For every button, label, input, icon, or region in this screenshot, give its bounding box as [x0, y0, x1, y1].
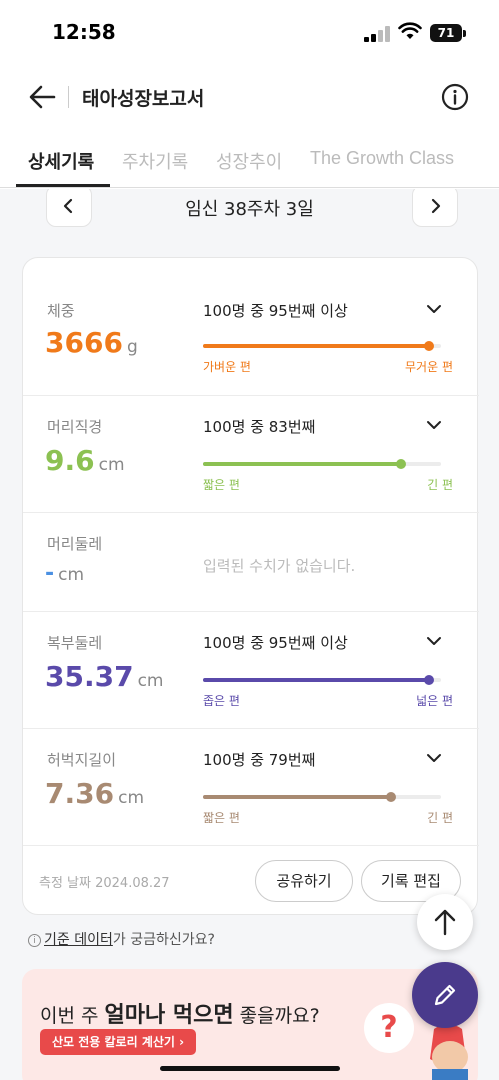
bar-max-label: 긴 편 — [427, 811, 453, 825]
back-arrow-icon[interactable] — [26, 80, 60, 114]
percentile-marker — [386, 792, 397, 802]
chevron-down-icon[interactable] — [423, 298, 445, 320]
info-icon[interactable] — [440, 82, 470, 112]
percentile-bar — [203, 675, 441, 685]
bar-min-label: 짧은 편 — [203, 478, 240, 492]
value-number: 7.36 — [45, 777, 115, 810]
share-button[interactable]: 공유하기 — [255, 860, 353, 902]
percentile-fill — [203, 678, 430, 682]
reference-data-link[interactable]: 기준 데이터 — [44, 932, 113, 948]
percentile-marker — [424, 675, 435, 685]
record-value: 7.36 cm — [45, 777, 144, 810]
active-tab-indicator — [16, 184, 110, 187]
value-unit: g — [126, 337, 138, 357]
edit-fab-button[interactable] — [412, 962, 478, 1028]
record-value: 35.37 cm — [45, 660, 164, 693]
scroll-to-top-button[interactable] — [417, 894, 473, 950]
question-mark-icon: ? — [364, 1003, 414, 1053]
tab-weekly-records[interactable]: 주차기록 — [122, 148, 188, 174]
calorie-banner[interactable]: 이번 주 얼마나 먹으면 좋을까요? 산모 전용 칼로리 계산기 › ? — [22, 969, 478, 1080]
value-unit: cm — [98, 455, 125, 475]
rank-text: 100명 중 79번째 — [203, 751, 316, 769]
record-card: 체중 3666 g 100명 중 95번째 이상 가벼운 편 무거운 편 머리직경… — [22, 257, 479, 915]
percentile-bar — [203, 459, 441, 469]
bar-min-label: 짧은 편 — [203, 811, 240, 825]
rank-text: 100명 중 95번째 이상 — [203, 634, 348, 652]
value-number: - — [45, 561, 55, 586]
main-content: 임신 38주차 3일 체중 3666 g 100명 중 95번째 이상 가벼운 편… — [0, 189, 499, 1080]
measure-date: 측정 날짜 2024.08.27 — [39, 876, 170, 891]
record-label: 복부둘레 — [47, 634, 103, 652]
next-week-button[interactable] — [412, 189, 458, 227]
no-data-text: 입력된 수치가 없습니다. — [203, 557, 356, 575]
chevron-right-icon — [431, 198, 441, 214]
record-value: 9.6 cm — [45, 444, 125, 477]
pencil-icon — [434, 984, 456, 1006]
banner-title-bold: 얼마나 먹으면 — [104, 1003, 234, 1028]
chevron-right-icon: › — [179, 1035, 185, 1049]
arrow-up-icon — [434, 909, 456, 936]
calorie-calculator-button[interactable]: 산모 전용 칼로리 계산기 › — [40, 1029, 197, 1055]
record-row-head-diameter: 머리직경 9.6 cm 100명 중 83번째 짧은 편 긴 편 — [23, 396, 479, 513]
bar-max-label: 무거운 편 — [405, 360, 453, 374]
chevron-down-icon[interactable] — [423, 630, 445, 652]
help-text: 가 궁금하신가요? — [112, 932, 215, 948]
value-number: 9.6 — [45, 444, 95, 477]
percentile-marker — [424, 341, 435, 351]
tab-growth-trend[interactable]: 성장추이 — [216, 148, 282, 174]
banner-title-pre: 이번 주 — [40, 1005, 105, 1027]
percentile-bar — [203, 792, 441, 802]
record-row-head-circumference: 머리둘레 - cm 입력된 수치가 없습니다. — [23, 513, 479, 612]
status-time: 12:58 — [52, 20, 116, 44]
record-value: - cm — [45, 561, 84, 586]
chevron-down-icon[interactable] — [423, 747, 445, 769]
bar-max-label: 긴 편 — [427, 478, 453, 492]
record-row-abdominal-circumference: 복부둘레 35.37 cm 100명 중 95번째 이상 좁은 편 넓은 편 — [23, 612, 479, 729]
tab-bar: 상세기록 주차기록 성장추이 The Growth Class — [0, 134, 499, 188]
battery-cap — [463, 30, 466, 37]
header-divider — [68, 86, 69, 108]
percentile-bar — [203, 341, 441, 351]
record-row-femur-length: 허벅지길이 7.36 cm 100명 중 79번째 짧은 편 긴 편 — [23, 729, 479, 846]
battery-icon: 71 — [430, 24, 462, 42]
status-bar: 12:58 71 — [0, 0, 499, 60]
record-label: 머리둘레 — [47, 535, 103, 553]
value-number: 3666 — [45, 326, 123, 359]
banner-title: 이번 주 얼마나 먹으면 좋을까요? — [40, 997, 320, 1029]
app-header: 태아성장보고서 — [0, 60, 499, 134]
bar-min-label: 좁은 편 — [203, 694, 240, 708]
cellular-signal-icon — [364, 26, 392, 42]
record-label: 허벅지길이 — [47, 751, 117, 769]
wifi-icon — [398, 22, 422, 39]
record-label: 머리직경 — [47, 418, 103, 436]
percentile-marker — [395, 459, 406, 469]
value-unit: cm — [137, 671, 164, 691]
bar-max-label: 넓은 편 — [416, 694, 453, 708]
percentile-fill — [203, 462, 401, 466]
percentile-fill — [203, 344, 430, 348]
home-indicator — [160, 1066, 340, 1071]
bar-min-label: 가벼운 편 — [203, 360, 251, 374]
value-number: 35.37 — [45, 660, 134, 693]
info-icon: i — [28, 934, 41, 947]
percentile-fill — [203, 795, 392, 799]
record-value: 3666 g — [45, 326, 138, 359]
record-row-weight: 체중 3666 g 100명 중 95번째 이상 가벼운 편 무거운 편 — [23, 258, 479, 396]
value-unit: cm — [58, 565, 85, 585]
chevron-down-icon[interactable] — [423, 414, 445, 436]
tab-growth-class[interactable]: The Growth Class — [310, 148, 454, 169]
reference-data-help: i 기준 데이터가 궁금하신가요? — [28, 929, 215, 949]
banner-title-post: 좋을까요? — [233, 1005, 320, 1027]
tab-detail-records[interactable]: 상세기록 — [28, 148, 94, 174]
record-label: 체중 — [47, 302, 75, 320]
week-navigator: 임신 38주차 3일 — [0, 189, 499, 241]
rank-text: 100명 중 83번째 — [203, 418, 316, 436]
value-unit: cm — [118, 788, 145, 808]
rank-text: 100명 중 95번째 이상 — [203, 302, 348, 320]
calorie-calculator-label: 산모 전용 칼로리 계산기 — [52, 1035, 175, 1049]
page-title: 태아성장보고서 — [82, 88, 205, 110]
